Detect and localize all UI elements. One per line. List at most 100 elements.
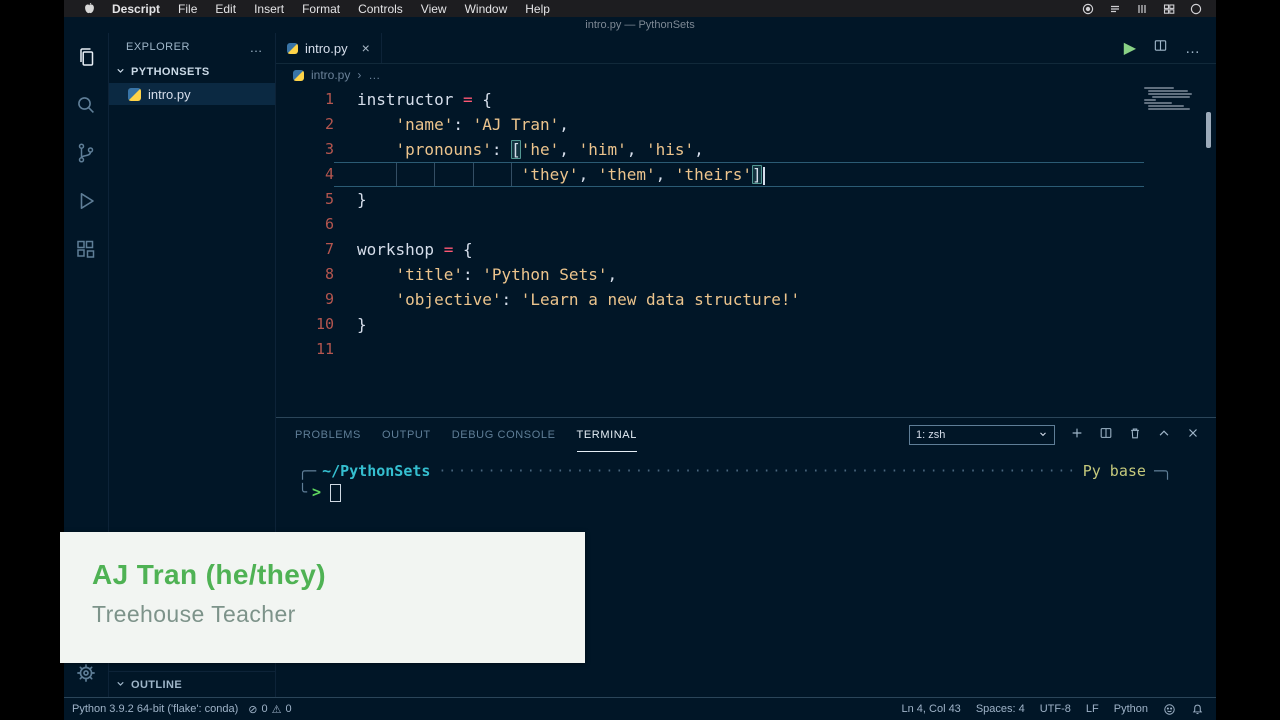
- indent-guide: [473, 163, 474, 186]
- indent-guide: [396, 163, 397, 186]
- breadcrumb[interactable]: intro.py › …: [276, 64, 1216, 86]
- code-line[interactable]: 9 'objective': 'Learn a new data structu…: [276, 287, 1216, 312]
- panel-header: PROBLEMS OUTPUT DEBUG CONSOLE TERMINAL 1…: [276, 418, 1216, 452]
- encoding-status[interactable]: UTF-8: [1040, 703, 1071, 715]
- menu-app-name[interactable]: Descript: [103, 2, 169, 16]
- notifications-bell-icon[interactable]: [1191, 703, 1204, 716]
- menu-view[interactable]: View: [412, 2, 456, 16]
- shell-select-value: 1: zsh: [916, 429, 945, 441]
- explorer-more-actions[interactable]: …: [250, 40, 264, 55]
- editor-cursor: [763, 167, 765, 185]
- file-item-intro-py[interactable]: intro.py: [109, 83, 275, 105]
- code-line[interactable]: 2 'name': 'AJ Tran',: [276, 112, 1216, 137]
- menu-insert[interactable]: Insert: [245, 2, 293, 16]
- menu-window[interactable]: Window: [456, 2, 517, 16]
- breadcrumb-file[interactable]: intro.py: [311, 68, 350, 82]
- terminal-cwd: ~/PythonSets: [322, 461, 430, 482]
- presenter-role: Treehouse Teacher: [92, 601, 585, 628]
- terminal-cursor[interactable]: [330, 484, 341, 502]
- prompt-corner-top-left: ╭─: [298, 461, 316, 482]
- kill-terminal-trash-icon[interactable]: [1128, 426, 1142, 445]
- editor-scrollbar[interactable]: [1206, 112, 1211, 148]
- chevron-down-icon: [1038, 429, 1048, 442]
- close-panel-icon[interactable]: [1186, 426, 1200, 445]
- minimap[interactable]: [1142, 87, 1190, 110]
- columns-icon[interactable]: [1136, 3, 1148, 15]
- breadcrumb-more[interactable]: …: [368, 68, 380, 82]
- tab-debug-console[interactable]: DEBUG CONSOLE: [452, 418, 556, 452]
- warnings-icon: ⚠: [272, 703, 282, 716]
- code-line[interactable]: 3 'pronouns': ['he', 'him', 'his',: [276, 137, 1216, 162]
- python-file-icon: [293, 70, 304, 81]
- status-bar: Python 3.9.2 64-bit ('flake': conda) ⊘ 0…: [64, 697, 1216, 720]
- python-interpreter-status[interactable]: Python 3.9.2 64-bit ('flake': conda): [72, 703, 238, 715]
- menu-edit[interactable]: Edit: [206, 2, 245, 16]
- line-number: 4: [276, 162, 334, 187]
- run-file-button[interactable]: ▶: [1124, 38, 1136, 58]
- apple-menu-icon[interactable]: [76, 2, 103, 15]
- line-number: 10: [276, 312, 334, 337]
- language-mode-status[interactable]: Python: [1114, 703, 1148, 715]
- grid-icon[interactable]: [1163, 3, 1175, 15]
- folder-section-pythonsets[interactable]: PYTHONSETS: [109, 61, 275, 83]
- menu-bar-status-icons: [1082, 3, 1202, 15]
- breadcrumb-separator: ›: [357, 68, 361, 82]
- explorer-title: EXPLORER: [126, 41, 190, 53]
- code-line[interactable]: 11: [276, 337, 1216, 362]
- problems-status[interactable]: ⊘ 0 ⚠ 0: [248, 703, 291, 716]
- menu-help[interactable]: Help: [516, 2, 559, 16]
- errors-count: 0: [261, 703, 267, 715]
- line-number: 5: [276, 187, 334, 212]
- code-line[interactable]: 8 'title': 'Python Sets',: [276, 262, 1216, 287]
- extensions-icon[interactable]: [64, 225, 108, 273]
- line-number: 6: [276, 212, 334, 237]
- tab-terminal[interactable]: TERMINAL: [577, 418, 637, 452]
- record-icon[interactable]: [1082, 3, 1094, 15]
- code-line[interactable]: 7workshop = {: [276, 237, 1216, 262]
- lower-third-overlay: AJ Tran (he/they) Treehouse Teacher: [60, 532, 585, 663]
- code-editor[interactable]: 1instructor = {2 'name': 'AJ Tran',3 'pr…: [276, 86, 1216, 417]
- split-editor-icon[interactable]: [1153, 38, 1168, 58]
- line-number: 2: [276, 112, 334, 137]
- source-control-icon[interactable]: [64, 129, 108, 177]
- outline-section[interactable]: OUTLINE: [109, 671, 275, 697]
- line-number: 7: [276, 237, 334, 262]
- menu-file[interactable]: File: [169, 2, 206, 16]
- run-debug-icon[interactable]: [64, 177, 108, 225]
- menu-controls[interactable]: Controls: [349, 2, 412, 16]
- circle-icon[interactable]: [1190, 3, 1202, 15]
- code-line[interactable]: 1instructor = {: [276, 87, 1216, 112]
- indentation-status[interactable]: Spaces: 4: [976, 703, 1025, 715]
- editor-tab-bar: intro.py × ▶ …: [276, 33, 1216, 64]
- tab-problems[interactable]: PROBLEMS: [295, 418, 361, 452]
- eol-status[interactable]: LF: [1086, 703, 1099, 715]
- explorer-icon[interactable]: [64, 33, 108, 81]
- python-file-icon: [128, 88, 141, 101]
- line-number: 11: [276, 337, 334, 362]
- tab-close-icon[interactable]: ×: [362, 41, 370, 55]
- list-icon[interactable]: [1109, 3, 1121, 15]
- tab-intro-py[interactable]: intro.py ×: [276, 33, 382, 63]
- tab-output[interactable]: OUTPUT: [382, 418, 431, 452]
- cursor-position-status[interactable]: Ln 4, Col 43: [901, 703, 960, 715]
- new-terminal-icon[interactable]: [1070, 426, 1084, 445]
- warnings-count: 0: [285, 703, 291, 715]
- window-title: intro.py — PythonSets: [64, 17, 1216, 33]
- code-line[interactable]: 4 'they', 'them', 'theirs']: [276, 162, 1216, 187]
- feedback-smiley-icon[interactable]: [1163, 703, 1176, 716]
- code-line[interactable]: 6: [276, 212, 1216, 237]
- code-lines: 1instructor = {2 'name': 'AJ Tran',3 'pr…: [276, 87, 1216, 362]
- terminal-shell-select[interactable]: 1: zsh: [909, 425, 1055, 445]
- split-terminal-icon[interactable]: [1099, 426, 1113, 445]
- screen: Descript File Edit Insert Format Control…: [0, 0, 1280, 720]
- maximize-panel-chevron-up-icon[interactable]: [1157, 426, 1171, 445]
- line-number: 1: [276, 87, 334, 112]
- errors-icon: ⊘: [248, 703, 257, 716]
- search-icon[interactable]: [64, 81, 108, 129]
- menu-format[interactable]: Format: [293, 2, 349, 16]
- outline-section-label: OUTLINE: [131, 679, 182, 691]
- terminal-content[interactable]: ╭─ ~/PythonSets ························…: [276, 452, 1216, 503]
- code-line[interactable]: 5}: [276, 187, 1216, 212]
- code-line[interactable]: 10}: [276, 312, 1216, 337]
- editor-more-actions-icon[interactable]: …: [1185, 40, 1201, 57]
